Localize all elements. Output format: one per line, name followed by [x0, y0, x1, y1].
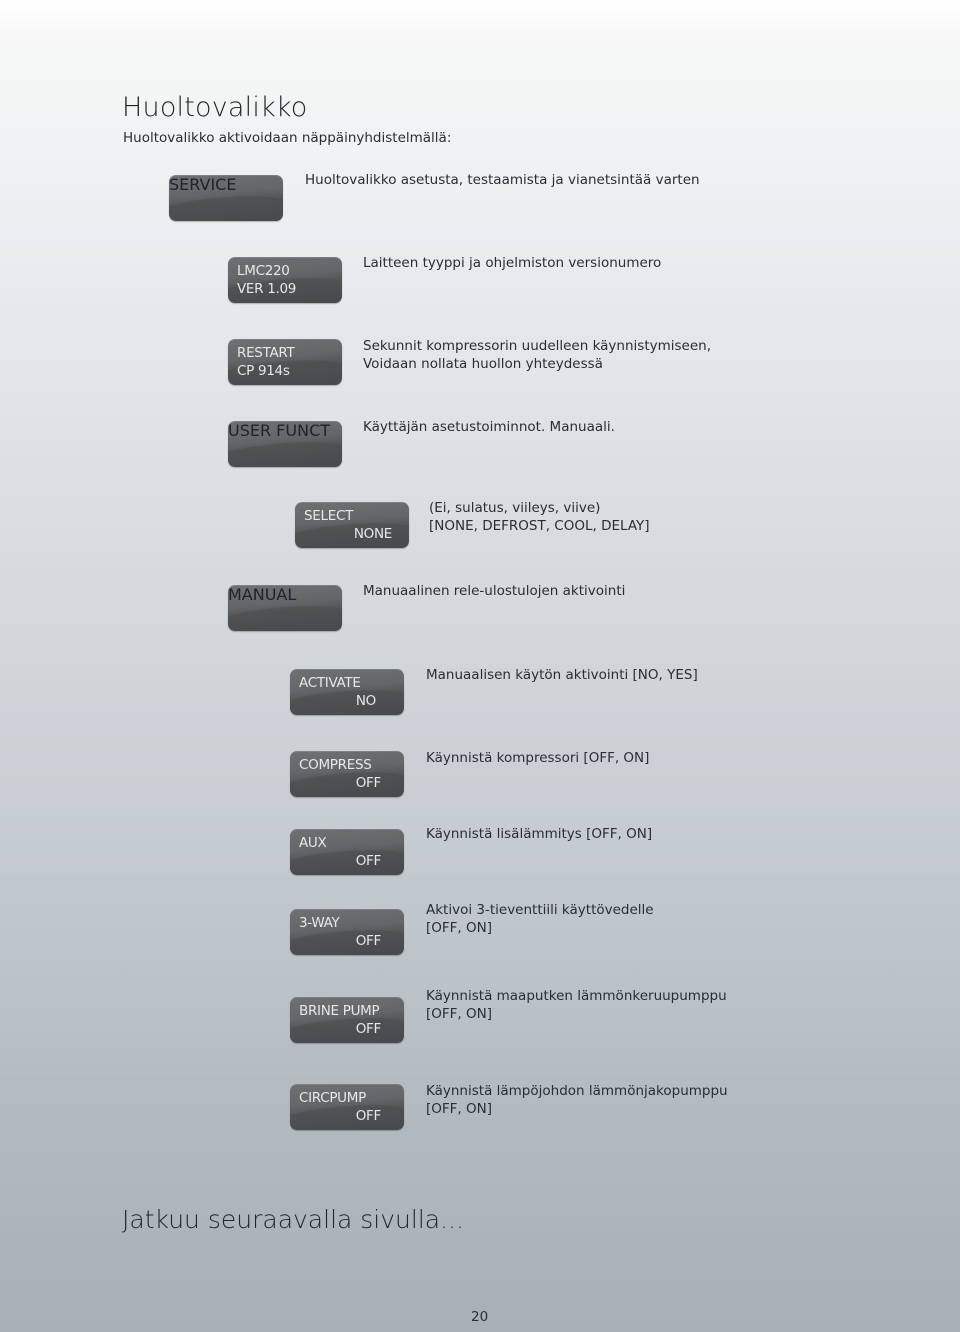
button-value: CP 914s — [237, 363, 290, 379]
description-line: [OFF, ON] — [426, 1101, 492, 1117]
button-label: AUX — [299, 835, 327, 851]
activate-button[interactable]: ACTIVATE NO — [290, 669, 404, 715]
description-line: Huoltovalikko asetusta, testaamista ja v… — [305, 172, 700, 188]
button-label: LMC220 — [237, 263, 290, 279]
version-description: Laitteen tyyppi ja ohjelmiston versionum… — [363, 254, 661, 272]
description-line: Käynnistä lämpöjohdon lämmönjakopumppu — [426, 1083, 728, 1099]
manual-description: Manuaalinen rele-ulostulojen aktivointi — [363, 582, 625, 600]
compress-description: Käynnistä kompressori [OFF, ON] — [426, 749, 649, 767]
activate-description: Manuaalisen käytön aktivointi [NO, YES] — [426, 666, 698, 684]
compress-button[interactable]: COMPRESS OFF — [290, 751, 404, 797]
description-line: Aktivoi 3-tieventtiili käyttövedelle — [426, 902, 654, 918]
button-value: NO — [355, 693, 376, 709]
button-label: USER FUNCT — [228, 421, 331, 440]
button-value: OFF — [355, 1021, 382, 1037]
circpump-button[interactable]: CIRCPUMP OFF — [290, 1084, 404, 1130]
description-line: Käynnistä kompressori [OFF, ON] — [426, 750, 650, 766]
button-value: NONE — [353, 526, 392, 542]
button-value: OFF — [355, 1108, 382, 1124]
button-label: 3-WAY — [299, 915, 340, 931]
description-line: Käyttäjän asetustoiminnot. Manuaali. — [363, 419, 615, 435]
button-label: BRINE PUMP — [299, 1003, 380, 1019]
restart-description: Sekunnit kompressorin uudelleen käynnist… — [363, 337, 711, 373]
description-line: Manuaalisen käytön aktivointi [NO, YES] — [426, 667, 698, 683]
button-value: OFF — [355, 853, 382, 869]
brine-pump-button[interactable]: BRINE PUMP OFF — [290, 997, 404, 1043]
description-line: [OFF, ON] — [426, 920, 492, 936]
page-number: 20 — [471, 1309, 489, 1325]
page-subtitle: Huoltovalikko aktivoidaan näppäinyhdiste… — [123, 130, 452, 146]
select-description: (Ei, sulatus, viileys, viive) [NONE, DEF… — [429, 499, 650, 535]
service-button[interactable]: SERVICE — [169, 175, 283, 221]
service-description: Huoltovalikko asetusta, testaamista ja v… — [305, 171, 700, 189]
aux-description: Käynnistä lisälämmitys [OFF, ON] — [426, 825, 652, 843]
continue-note: Jatkuu seuraavalla sivulla... — [122, 1205, 464, 1234]
brine-pump-description: Käynnistä maaputken lämmönkeruupumppu [O… — [426, 987, 727, 1023]
user-funct-button[interactable]: USER FUNCT — [228, 421, 342, 467]
button-value: OFF — [355, 933, 382, 949]
3-way-description: Aktivoi 3-tieventtiili käyttövedelle [OF… — [426, 901, 654, 937]
description-line: [OFF, ON] — [426, 1006, 492, 1022]
button-label: COMPRESS — [299, 757, 372, 773]
description-line: Manuaalinen rele-ulostulojen aktivointi — [363, 583, 626, 599]
button-label: CIRCPUMP — [299, 1090, 366, 1106]
button-label: MANUAL — [228, 585, 297, 604]
aux-button[interactable]: AUX OFF — [290, 829, 404, 875]
description-line: (Ei, sulatus, viileys, viive) — [429, 500, 601, 516]
description-line: Käynnistä lisälämmitys [OFF, ON] — [426, 826, 653, 842]
button-label: SERVICE — [169, 175, 237, 194]
description-line: Laitteen tyyppi ja ohjelmiston versionum… — [363, 255, 662, 271]
restart-button[interactable]: RESTART CP 914s — [228, 339, 342, 385]
circpump-description: Käynnistä lämpöjohdon lämmönjakopumppu [… — [426, 1082, 728, 1118]
manual-button[interactable]: MANUAL — [228, 585, 342, 631]
select-button[interactable]: SELECT NONE — [295, 502, 409, 548]
description-line: [NONE, DEFROST, COOL, DELAY] — [429, 518, 650, 534]
button-value: VER 1.09 — [237, 281, 297, 297]
button-label: SELECT — [304, 508, 354, 524]
button-label: ACTIVATE — [299, 675, 361, 691]
version-button[interactable]: LMC220 VER 1.09 — [228, 257, 342, 303]
page-title: Huoltovalikko — [122, 92, 308, 123]
3-way-button[interactable]: 3-WAY OFF — [290, 909, 404, 955]
description-line: Sekunnit kompressorin uudelleen käynnist… — [363, 338, 711, 354]
description-line: Voidaan nollata huollon yhteydessä — [363, 356, 603, 372]
button-label: RESTART — [237, 345, 295, 361]
button-value: OFF — [355, 775, 382, 791]
description-line: Käynnistä maaputken lämmönkeruupumppu — [426, 988, 727, 1004]
user-funct-description: Käyttäjän asetustoiminnot. Manuaali. — [363, 418, 615, 436]
